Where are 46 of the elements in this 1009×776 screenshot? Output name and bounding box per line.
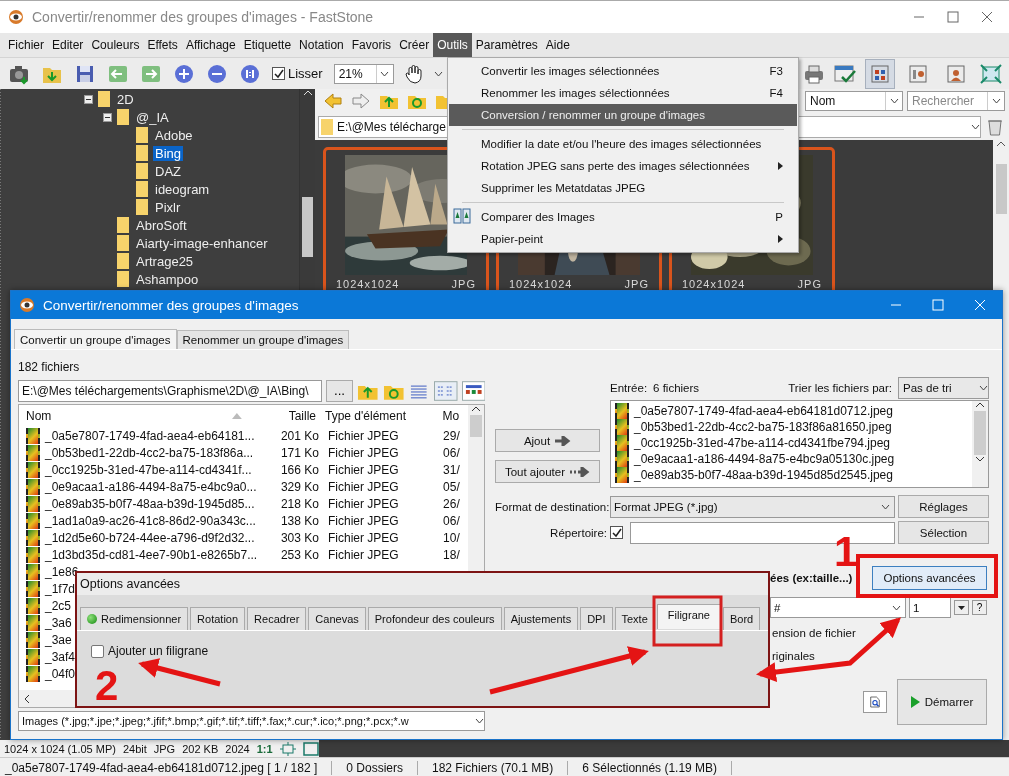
window-title: Convertir/renommer des groupes d'images - FastStone [32,9,374,25]
image-format: JPG [153,742,176,755]
folder-label: Répertoire: [549,526,607,539]
image-size: 1024x1024 [336,278,400,290]
zoom-level: 1:1 [256,742,273,755]
file-date: 10/ [443,530,461,545]
file-count: 182 fichiers [18,360,81,374]
file-type: Fichier JPEG [326,547,400,562]
sort-label: Trier les fichiers par: [788,382,892,394]
file-date: 05/ [443,479,461,494]
file-date: 06/ [443,445,461,460]
input-label: Entrée: [610,382,648,394]
status-text: 182 Fichiers (70.1 MB) [417,760,569,775]
file-date: 26/ [443,496,461,511]
bit-depth: 24bit [122,742,147,755]
option-label: ension de fichier [771,627,857,641]
checkbox-label: Lisser [288,66,323,81]
image-format: JPG [451,278,476,290]
option-label: riginales [771,650,816,664]
file-date: 29/ [443,428,461,443]
image-format: JPG [797,278,822,290]
file-type: Fichier JPEG [326,428,400,443]
file-type: Fichier JPEG [326,445,400,460]
status-text: 0 Dossiers [332,760,418,775]
status-text: _0a5e7807-1749-4fad-aea4-eb64181d0712.jpeg [ 1 / 182 ] [0,760,333,775]
image-size: 1024x1024 [509,278,573,290]
image-dimensions: 1024 x 1024 (1.05 MP) [4,742,116,755]
image-format: JPG [624,278,649,290]
image-size: 1024x1024 [682,278,746,290]
file-type: Fichier JPEG [326,479,400,494]
step-number: 2 [95,662,119,709]
file-size: 202 KB [182,742,219,755]
file-date: 31/ [443,462,461,477]
file-type: Fichier JPEG [326,496,400,511]
format-label: Format de destination: [495,500,607,513]
file-type: Fichier JPEG [326,530,400,545]
file-type: Fichier JPEG [326,513,400,528]
checkbox-label: Ajouter un filigrane [108,644,209,658]
file-type: Fichier JPEG [326,462,400,477]
status-text: 6 Sélectionnés (1.19 MB) [568,760,733,775]
input-count: 6 fichiers [653,382,700,394]
file-date: 18/ [443,547,461,562]
panel-title: Options avancées [77,573,768,595]
file-date: 06/ [443,513,461,528]
file-date: 2024 [225,742,250,755]
dialog-title: Convertir/renommer des groupes d'images [43,297,299,313]
